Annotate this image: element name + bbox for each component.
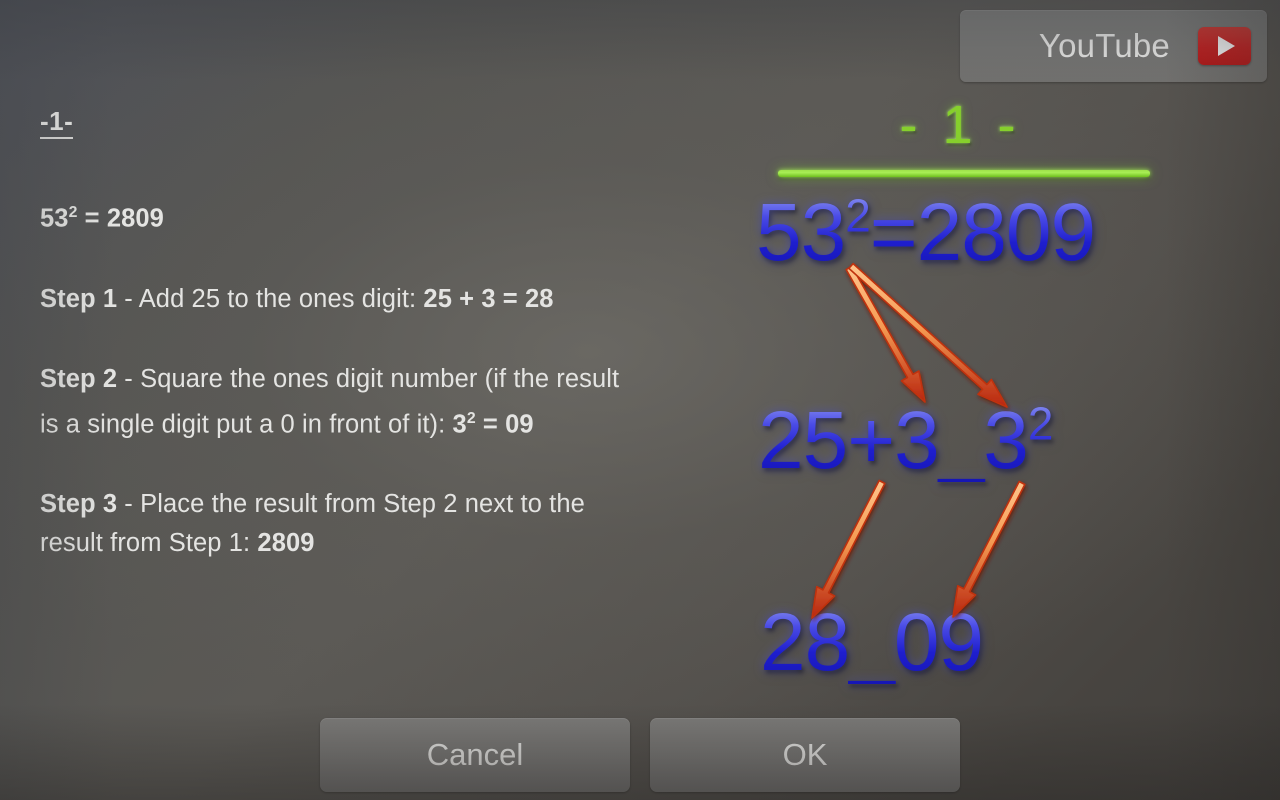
step-3-separator: - <box>117 490 141 518</box>
dialog-button-bar: Cancel OK <box>0 718 1280 792</box>
ok-button[interactable]: OK <box>650 718 960 792</box>
step-3: Step 3 - Place the result from Step 2 ne… <box>40 485 620 563</box>
step-2-result-tail: = 09 <box>475 410 534 438</box>
youtube-button-label: YouTube <box>1038 27 1170 64</box>
lesson-number: -1- <box>40 108 74 139</box>
worked-equation-base: 53 <box>756 187 846 278</box>
worked-equation-exponent: 2 <box>845 189 870 242</box>
worked-example-title: - 1 - <box>899 95 1021 155</box>
worked-bottom-row: 28_09 <box>760 597 984 688</box>
step-3-label: Step 3 <box>40 490 118 518</box>
worked-middle-exponent: 2 <box>1027 397 1053 450</box>
step-3-result: 2809 <box>257 529 315 557</box>
headline-equation: 532 = 2809 <box>40 193 620 239</box>
equation-result: = 2809 <box>77 204 164 233</box>
step-1-label: Step 1 <box>40 284 118 313</box>
step-2-label: Step 2 <box>40 364 118 393</box>
step-2-result-exponent: 2 <box>466 409 476 427</box>
worked-equation-row: 532=2809 <box>756 192 1095 274</box>
worked-middle-row: 25+3_32 <box>758 400 1052 482</box>
app-background: YouTube -1- 532 = 2809 Step 1 - Add 25 t… <box>0 0 1280 800</box>
step-1: Step 1 - Add 25 to the ones digit: 25 + … <box>40 280 620 319</box>
lesson-number-wrap: -1- <box>40 108 620 139</box>
step-2-result-base: 3 <box>452 410 467 438</box>
youtube-button[interactable]: YouTube <box>960 10 1267 82</box>
cancel-button[interactable]: Cancel <box>320 718 630 792</box>
step-1-result: 25 + 3 = 28 <box>423 284 554 313</box>
worked-example-divider <box>778 170 1150 177</box>
equation-base: 53 <box>40 204 69 233</box>
play-icon <box>1198 27 1251 65</box>
step-2: Step 2 - Square the ones digit number (i… <box>40 360 620 445</box>
play-triangle <box>1218 36 1235 56</box>
step-2-separator: - <box>117 364 141 393</box>
step-1-text: Add 25 to the ones digit: <box>138 284 424 313</box>
worked-equation-tail: =2809 <box>869 187 1096 278</box>
explanation-panel: -1- 532 = 2809 Step 1 - Add 25 to the on… <box>40 108 620 563</box>
step-1-separator: - <box>117 284 139 313</box>
worked-middle-text: 25+3_3 <box>758 395 1028 486</box>
worked-example-panel: - 1 - 532=2809 25+3_32 28_09 <box>740 90 1180 710</box>
